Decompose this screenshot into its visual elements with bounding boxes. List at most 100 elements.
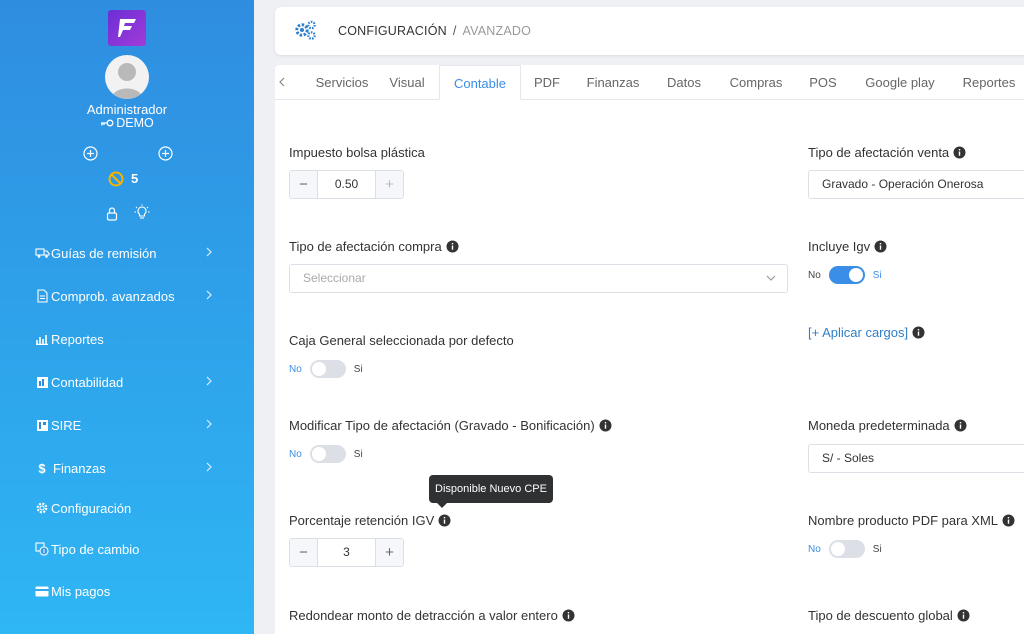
tab-pos[interactable]: POS	[800, 65, 846, 100]
sidebar-item-sire[interactable]: SIRE	[34, 414, 224, 436]
breadcrumb-section[interactable]: CONFIGURACIÓN	[338, 24, 447, 38]
info-icon[interactable]	[438, 514, 451, 527]
document-icon	[34, 288, 50, 304]
tab-finanzas[interactable]: Finanzas	[573, 65, 653, 100]
switch-off-label: No	[808, 269, 821, 281]
tab-google-play[interactable]: Google play	[855, 65, 945, 100]
igv-label: Incluye Igv	[808, 239, 887, 254]
sidebar-item-label: Mis pagos	[51, 583, 111, 599]
igv-switch[interactable]	[828, 266, 865, 284]
switch-on-label: Si	[872, 269, 882, 281]
modificar-label: Modificar Tipo de afectación (Gravado - …	[289, 418, 612, 433]
switch-on-label: Si	[872, 543, 882, 555]
key-icon	[101, 119, 114, 127]
bar-chart-icon	[34, 331, 50, 347]
tab-reportes[interactable]: Reportes	[952, 65, 1024, 100]
sidebar-item-configuracion[interactable]: Configuración	[34, 497, 224, 519]
venta-label: Tipo de afectación venta	[808, 145, 966, 160]
switch-off-label: No	[289, 448, 302, 460]
modificar-switch[interactable]	[309, 445, 346, 463]
bolsa-value[interactable]: 0.50	[318, 171, 375, 198]
sidebar-item-label: Comprob. avanzados	[51, 288, 175, 304]
tab-bar: Servicios Visual Contable PDF Finanzas D…	[275, 65, 1024, 100]
info-icon[interactable]	[912, 326, 925, 339]
nombre-pdf-switch[interactable]	[828, 540, 865, 558]
moneda-select[interactable]: S/ - Soles	[808, 444, 1024, 473]
compra-label-text: Tipo de afectación compra	[289, 239, 442, 254]
page-header: CONFIGURACIÓN / AVANZADO	[275, 7, 1024, 55]
chevron-right-icon	[206, 419, 212, 429]
switch-on-label: Si	[353, 363, 363, 375]
chevron-right-icon	[206, 376, 212, 386]
venta-select[interactable]: Gravado - Operación Onerosa	[808, 170, 1024, 199]
redondear-label-text: Redondear monto de detracción a valor en…	[289, 608, 558, 623]
info-icon[interactable]	[446, 240, 459, 253]
sidebar-item-contabilidad[interactable]: Contabilidad	[34, 371, 224, 393]
caja-switch-group: No Si	[289, 359, 363, 379]
app-logo[interactable]	[108, 10, 146, 46]
decrement-button[interactable]: −	[290, 539, 318, 566]
modificar-switch-group: No Si	[289, 444, 363, 464]
compra-select[interactable]: Seleccionar	[289, 264, 788, 293]
breadcrumb: CONFIGURACIÓN / AVANZADO	[338, 24, 531, 38]
gear-icon	[34, 500, 50, 516]
info-icon[interactable]	[957, 609, 970, 622]
venta-label-text: Tipo de afectación venta	[808, 145, 950, 160]
tab-visual[interactable]: Visual	[375, 65, 439, 100]
info-icon[interactable]	[562, 609, 575, 622]
dollar-icon: $	[38, 460, 46, 476]
chevron-down-icon	[766, 275, 776, 281]
add-circle-icon[interactable]	[82, 145, 98, 161]
sidebar-item-label: Finanzas	[53, 460, 106, 476]
tab-contable[interactable]: Contable	[439, 65, 521, 100]
compra-placeholder: Seleccionar	[303, 271, 366, 285]
switch-off-label: No	[289, 363, 302, 375]
retencion-label: Porcentaje retención IGV	[289, 513, 451, 528]
chevron-right-icon	[206, 247, 212, 257]
lightbulb-icon[interactable]	[134, 204, 150, 221]
retencion-value[interactable]: 3	[318, 539, 375, 566]
retencion-stepper[interactable]: − 3 +	[289, 538, 404, 567]
sidebar-item-label: Tipo de cambio	[51, 541, 140, 557]
sidebar-item-finanzas[interactable]: $ Finanzas	[34, 457, 224, 479]
retencion-label-text: Porcentaje retención IGV	[289, 513, 435, 528]
sidebar-item-label: Configuración	[51, 500, 132, 516]
bolsa-stepper[interactable]: − 0.50 +	[289, 170, 404, 199]
truck-icon	[34, 245, 50, 261]
decrement-button[interactable]: −	[290, 171, 318, 198]
add-circle-icon[interactable]	[157, 145, 173, 161]
info-icon[interactable]	[874, 240, 887, 253]
increment-button[interactable]: +	[375, 539, 403, 566]
nombre-pdf-switch-group: No Si	[808, 539, 882, 559]
tooltip: Disponible Nuevo CPE	[429, 475, 553, 508]
sidebar-item-guias-remision[interactable]: Guías de remisión	[34, 242, 224, 264]
sidebar-item-reportes[interactable]: Reportes	[34, 328, 224, 350]
sidebar-item-comprob-avanzados[interactable]: Comprob. avanzados	[34, 285, 224, 307]
avatar[interactable]	[105, 55, 149, 99]
info-icon[interactable]	[1002, 514, 1015, 527]
tab-datos[interactable]: Datos	[655, 65, 713, 100]
chevron-left-icon[interactable]	[277, 75, 287, 89]
notification-count: 5	[131, 171, 139, 186]
apply-charges-link[interactable]: [+ Aplicar cargos]	[808, 325, 908, 340]
sidebar-item-label: Reportes	[51, 331, 104, 347]
info-icon[interactable]	[954, 419, 967, 432]
lock-icon[interactable]	[105, 205, 119, 221]
info-icon[interactable]	[599, 419, 612, 432]
tab-servicios[interactable]: Servicios	[297, 65, 387, 100]
nombre-pdf-label: Nombre producto PDF para XML	[808, 513, 1015, 528]
sidebar-item-mis-pagos[interactable]: Mis pagos	[34, 580, 224, 602]
igv-switch-group: No Si	[808, 265, 882, 285]
user-name: Administrador	[86, 102, 168, 117]
caja-label: Caja General seleccionada por defecto	[289, 333, 514, 348]
breadcrumb-current: AVANZADO	[462, 24, 532, 38]
caja-switch[interactable]	[309, 360, 346, 378]
increment-button[interactable]: +	[375, 171, 403, 198]
switch-off-label: No	[808, 543, 821, 555]
blocked-icon[interactable]	[107, 170, 124, 187]
switch-on-label: Si	[353, 448, 363, 460]
sidebar-item-tipo-cambio[interactable]: Tipo de cambio	[34, 538, 224, 560]
info-icon[interactable]	[953, 146, 966, 159]
tab-pdf[interactable]: PDF	[521, 65, 573, 100]
tab-compras[interactable]: Compras	[716, 65, 796, 100]
